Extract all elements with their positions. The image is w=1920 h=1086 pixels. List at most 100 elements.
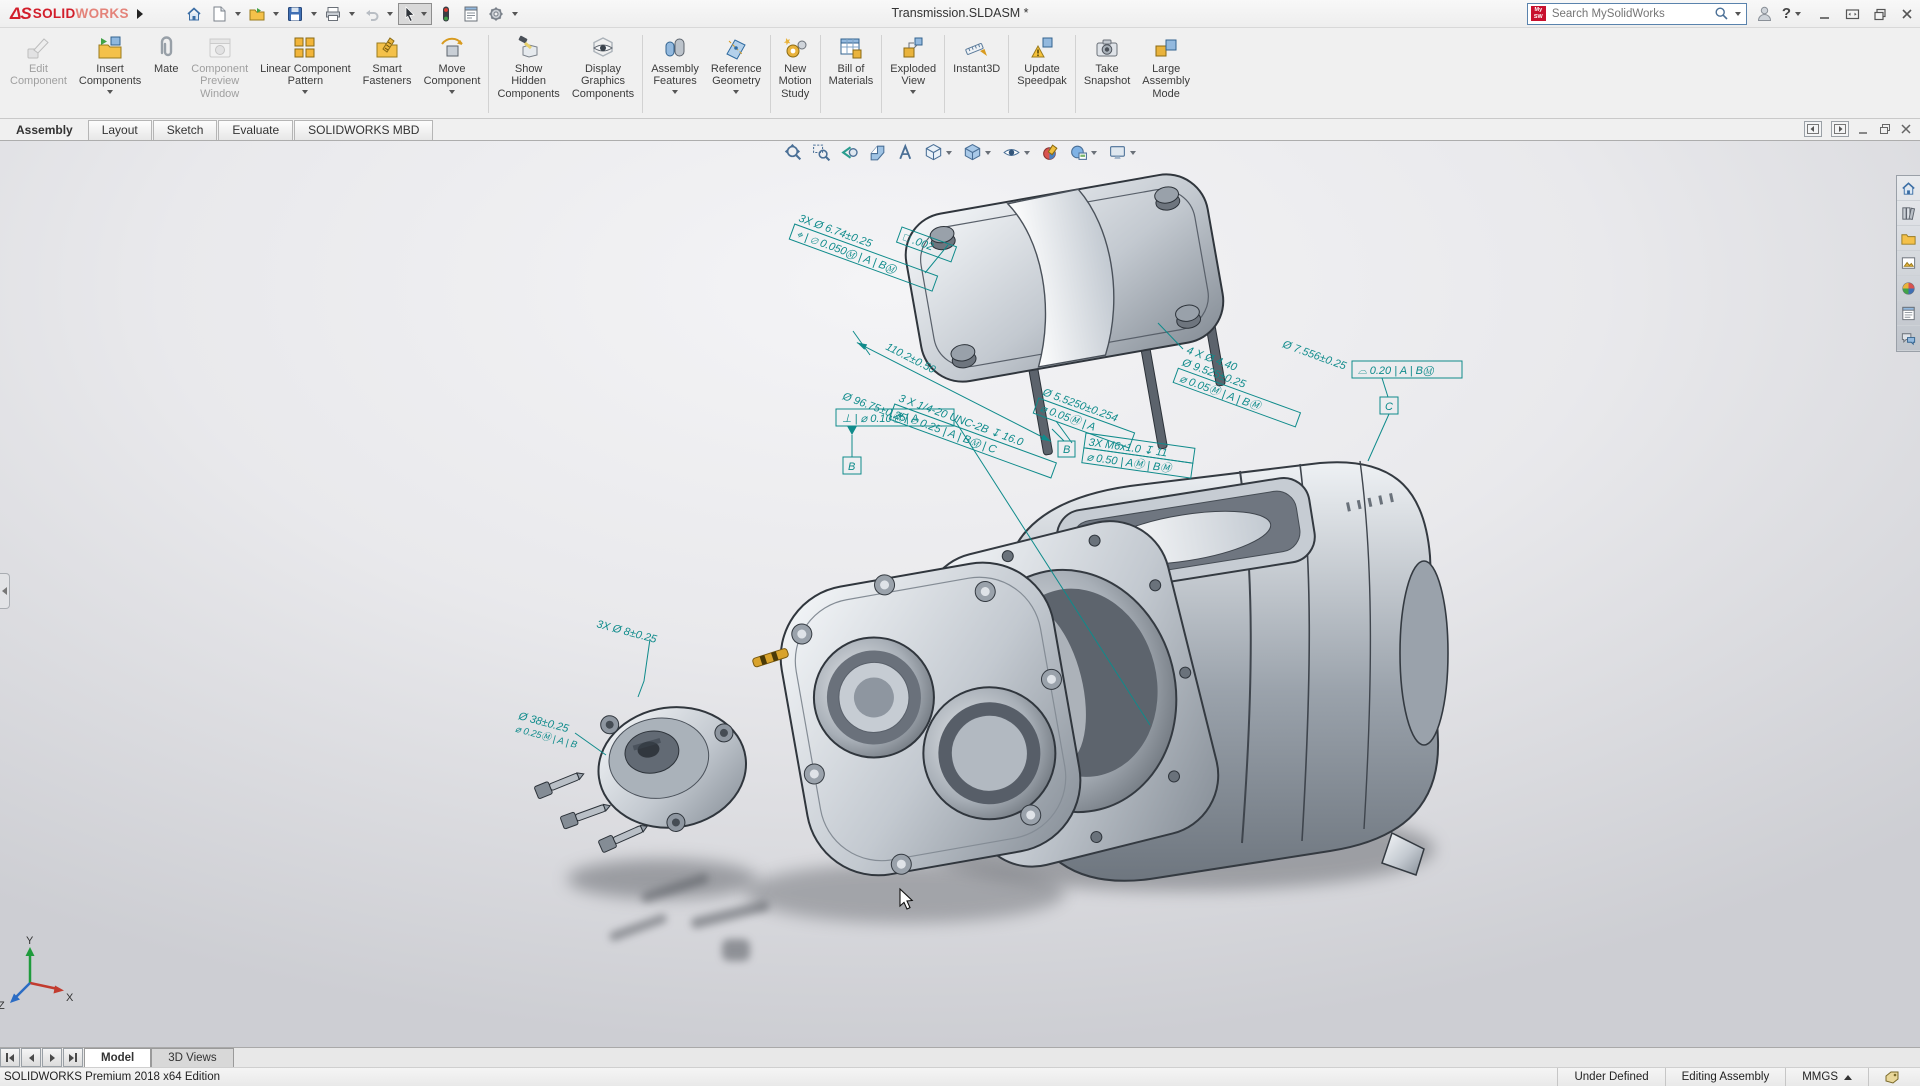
mate-button[interactable]: Mate [147,30,185,118]
model-scene: 3X Ø 6.74±0.25 ⌖ | ⌀ 0.050Ⓜ | A | BⓂ □ .… [0,141,1920,1047]
hide-show-items-button[interactable] [1001,142,1033,163]
options-caret-icon[interactable] [512,12,518,16]
exploded-view-caret-icon[interactable] [910,90,916,94]
view-settings-button[interactable] [1107,142,1139,163]
menu-flyout-arrow-icon[interactable] [137,9,143,19]
zoom-to-fit-button[interactable] [783,142,804,163]
display-graphics-components-button[interactable]: Display Graphics Components [566,30,640,118]
button-label: Display Graphics Components [572,63,634,100]
previous-tab-button[interactable] [21,1048,41,1067]
insert-components-caret-icon[interactable] [107,90,113,94]
restore-button[interactable] [1873,7,1887,21]
span-displays-button[interactable] [1845,7,1860,21]
select-tool-caret-icon[interactable] [421,12,427,16]
exploded-view-button[interactable]: Exploded View [884,30,942,118]
save-caret-icon[interactable] [311,12,317,16]
view-orientation-caret-icon[interactable] [946,151,952,155]
doc-close-button[interactable] [1900,123,1912,135]
options-button[interactable] [485,3,507,25]
linear-component-pattern-button[interactable]: Linear Component Pattern [254,30,357,118]
new-document-caret-icon[interactable] [235,12,241,16]
ribbon-separator [1008,35,1009,113]
view-palette-button[interactable] [1897,251,1920,276]
button-label: Linear Component Pattern [260,63,351,88]
view-orientation-button[interactable] [923,142,955,163]
minimize-button[interactable] [1818,7,1832,21]
close-button[interactable] [1900,7,1914,21]
insert-components-button[interactable]: Insert Components [73,30,147,118]
reference-geometry-button[interactable]: Reference Geometry [705,30,768,118]
tab-sketch[interactable]: Sketch [153,120,218,140]
file-explorer-button[interactable] [1897,226,1920,251]
selection-filter-button[interactable] [435,3,457,25]
zoom-to-area-button[interactable] [811,142,832,163]
select-tool-button[interactable] [398,3,432,25]
file-properties-button[interactable] [460,3,482,25]
open-caret-icon[interactable] [273,12,279,16]
search-scope-caret-icon[interactable] [1735,12,1741,16]
search-box[interactable]: MySW [1527,3,1747,25]
display-style-button[interactable] [962,142,994,163]
tab-model[interactable]: Model [84,1048,151,1067]
edit-appearance-button[interactable] [1040,142,1061,163]
graphics-area[interactable]: 3X Ø 6.74±0.25 ⌖ | ⌀ 0.050Ⓜ | A | BⓂ □ .… [0,141,1920,1047]
solidworks-forum-button[interactable] [1897,326,1920,351]
hide-show-items-caret-icon[interactable] [1024,151,1030,155]
design-library-button[interactable] [1897,201,1920,226]
display-style-caret-icon[interactable] [985,151,991,155]
doc-restore-button[interactable] [1879,123,1891,135]
tab-layout[interactable]: Layout [88,120,152,140]
part-end-cap[interactable] [591,698,755,841]
linear-component-pattern-caret-icon[interactable] [302,90,308,94]
move-component-icon [439,35,465,61]
print-caret-icon[interactable] [349,12,355,16]
bill-of-materials-button[interactable]: Bill of Materials [823,30,880,118]
first-tab-button[interactable] [0,1048,20,1067]
tab-3d-views[interactable]: 3D Views [151,1048,233,1067]
section-view-button[interactable] [867,142,888,163]
instant3d-button[interactable]: Instant3D [947,30,1006,118]
new-document-button[interactable] [208,3,230,25]
tags-button[interactable] [1868,1068,1916,1086]
tab-assembly[interactable]: Assembly [2,120,87,140]
reference-geometry-caret-icon[interactable] [733,90,739,94]
new-motion-study-button[interactable]: New Motion Study [773,30,818,118]
move-component-caret-icon[interactable] [449,90,455,94]
move-component-button[interactable]: Move Component [418,30,487,118]
smart-fasteners-button[interactable]: Smart Fasteners [357,30,418,118]
doc-minimize-button[interactable] [1858,123,1870,135]
home-button[interactable] [183,3,205,25]
open-button[interactable] [246,3,268,25]
help-caret-icon[interactable] [1795,12,1801,16]
tab-solidworks-mbd[interactable]: SOLIDWORKS MBD [294,120,433,140]
unit-system-selector[interactable]: MMGS [1785,1068,1868,1086]
apply-scene-button[interactable] [1068,142,1100,163]
save-button[interactable] [284,3,306,25]
custom-properties-button[interactable] [1897,301,1920,326]
take-snapshot-button[interactable]: Take Snapshot [1078,30,1136,118]
appearances-scenes-button[interactable] [1897,276,1920,301]
update-speedpak-button[interactable]: Update Speedpak [1011,30,1073,118]
user-account-icon[interactable] [1756,5,1773,22]
pane-forward-button[interactable] [1831,121,1849,137]
apply-scene-caret-icon[interactable] [1091,151,1097,155]
search-icon[interactable] [1714,6,1729,21]
pane-back-button[interactable] [1804,121,1822,137]
help-button[interactable]: ? [1782,5,1803,22]
assembly-features-button[interactable]: Assembly Features [645,30,705,118]
search-input[interactable] [1550,7,1710,21]
tab-evaluate[interactable]: Evaluate [218,120,293,140]
view-settings-caret-icon[interactable] [1130,151,1136,155]
next-tab-button[interactable] [42,1048,62,1067]
last-tab-button[interactable] [63,1048,83,1067]
large-assembly-mode-button[interactable]: Large Assembly Mode [1136,30,1196,118]
featuremanager-collapse-handle[interactable] [0,573,10,609]
part-bearing-cover[interactable] [769,547,1093,888]
show-hidden-components-button[interactable]: Show Hidden Components [491,30,565,118]
taskpane-home-button[interactable] [1897,176,1920,201]
print-button[interactable] [322,3,344,25]
assembly-features-caret-icon[interactable] [672,90,678,94]
previous-view-button[interactable] [839,142,860,163]
large-assembly-mode-icon [1153,35,1179,61]
dynamic-annotation-views-button[interactable] [895,142,916,163]
